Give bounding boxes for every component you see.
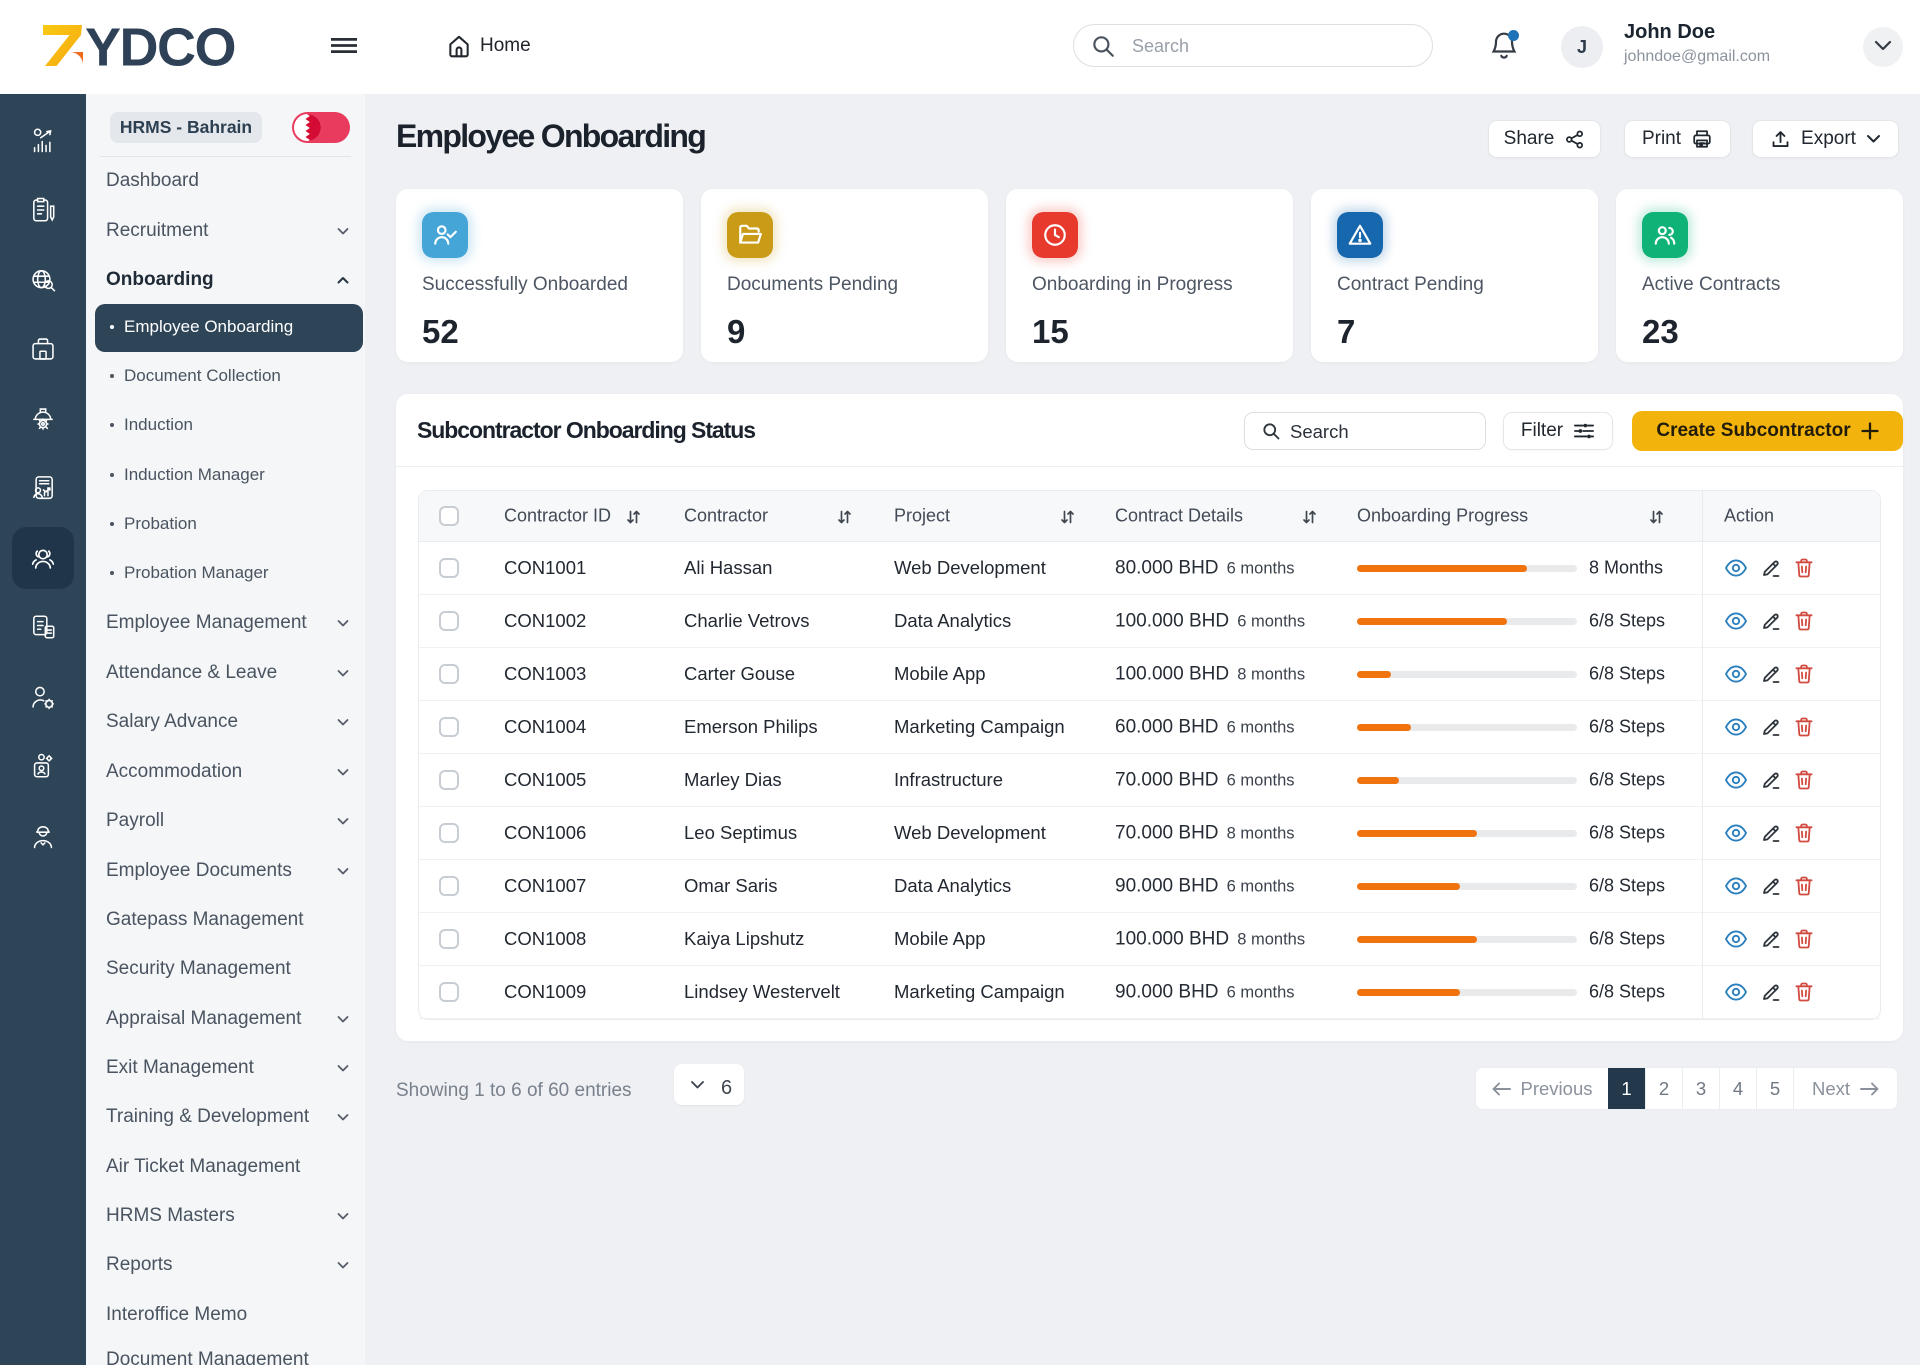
svg-text:YDCO: YDCO (85, 22, 235, 70)
